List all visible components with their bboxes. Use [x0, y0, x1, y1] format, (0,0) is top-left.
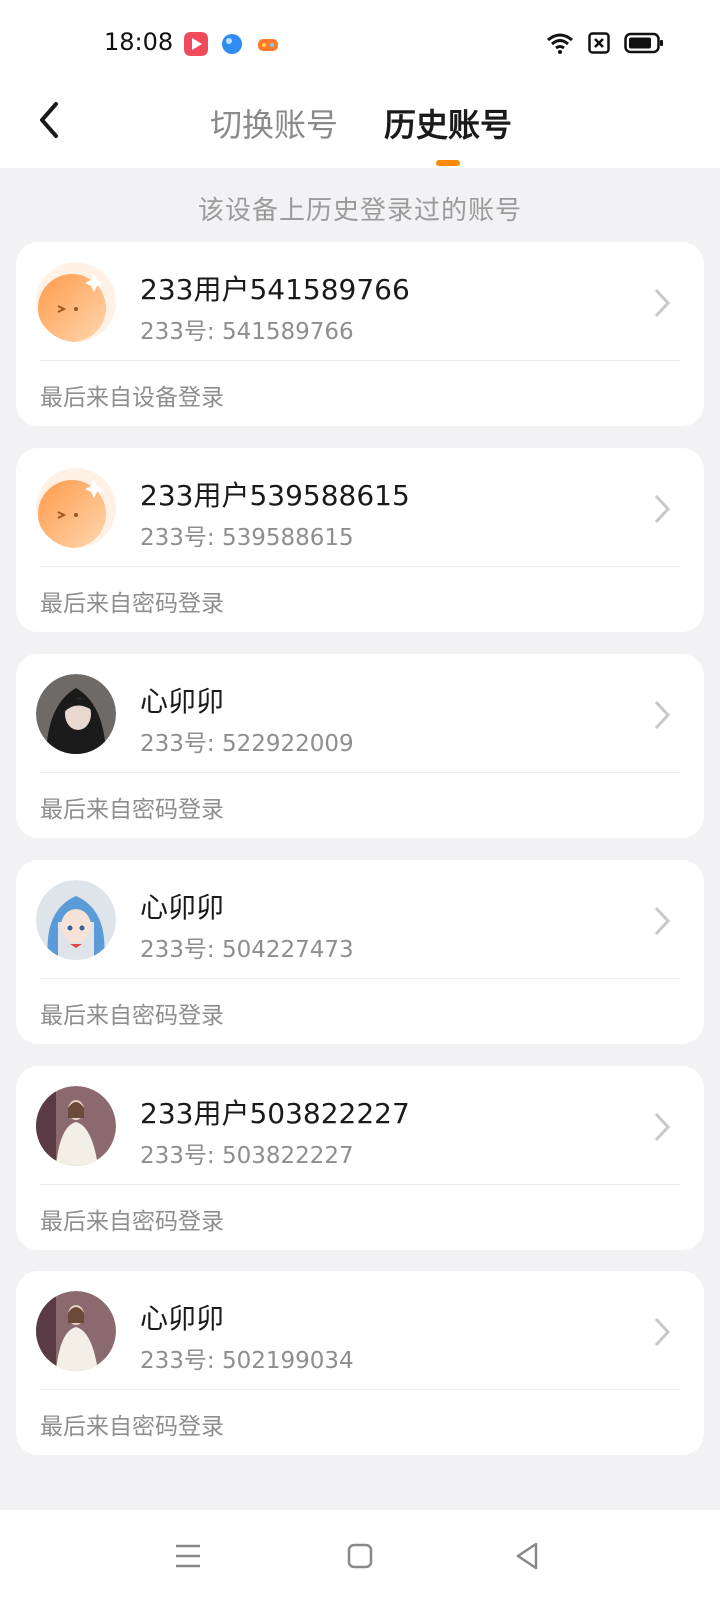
account-card[interactable]: 233用户503822227 233号: 503822227 最后来自密码登录: [16, 1066, 704, 1250]
account-card[interactable]: 心卯卯 233号: 502199034 最后来自密码登录: [16, 1271, 704, 1455]
login-source: 最后来自密码登录: [40, 1209, 224, 1235]
status-indicators: [546, 32, 664, 54]
battery-icon: [624, 32, 663, 54]
account-id: 233号: 504227473: [140, 937, 354, 963]
login-source: 最后来自密码登录: [40, 797, 224, 823]
login-source: 最后来自设备登录: [40, 385, 224, 411]
tab-switch-account[interactable]: 切换账号: [210, 100, 338, 146]
divider: [40, 1184, 680, 1185]
account-id: 233号: 522922009: [140, 731, 354, 757]
chevron-right-icon: [654, 1317, 671, 1347]
video-app-icon: [184, 32, 208, 56]
sim-off-icon: [588, 32, 610, 54]
account-id: 233号: 541589766: [140, 319, 354, 345]
browser-app-icon: [222, 34, 242, 54]
account-name: 233用户541589766: [140, 273, 410, 306]
account-card[interactable]: 心卯卯 233号: 522922009 最后来自密码登录: [16, 654, 704, 838]
account-id: 233号: 539588615: [140, 525, 354, 551]
avatar: [36, 1086, 116, 1166]
divider: [40, 360, 680, 361]
account-name: 心卯卯: [140, 685, 225, 718]
tab-active-indicator: [436, 160, 460, 166]
game-app-icon: [258, 39, 278, 51]
avatar: [36, 674, 116, 754]
header: 切换账号 历史账号: [0, 90, 720, 168]
back-arrow-icon[interactable]: [30, 98, 70, 142]
chevron-right-icon: [654, 288, 671, 318]
avatar: [36, 880, 116, 960]
account-card[interactable]: 心卯卯 233号: 504227473 最后来自密码登录: [16, 860, 704, 1044]
account-card[interactable]: 233用户541589766 233号: 541589766 最后来自设备登录: [16, 242, 704, 426]
account-id: 233号: 502199034: [140, 1348, 354, 1374]
divider: [40, 566, 680, 567]
avatar: [36, 468, 116, 548]
chevron-right-icon: [654, 494, 671, 524]
status-app-icons: [184, 32, 280, 56]
divider: [40, 772, 680, 773]
account-card[interactable]: 233用户539588615 233号: 539588615 最后来自密码登录: [16, 448, 704, 632]
account-name: 233用户539588615: [140, 479, 410, 512]
back-triangle-icon[interactable]: [508, 1536, 548, 1576]
system-nav-bar: [0, 1510, 720, 1600]
chevron-right-icon: [654, 700, 671, 730]
account-name: 233用户503822227: [140, 1097, 410, 1130]
tab-history-account[interactable]: 历史账号: [384, 100, 512, 146]
login-source: 最后来自密码登录: [40, 1003, 224, 1029]
home-square-icon[interactable]: [340, 1536, 380, 1576]
account-id: 233号: 503822227: [140, 1143, 354, 1169]
chevron-right-icon: [654, 1112, 671, 1142]
chevron-right-icon: [654, 906, 671, 936]
avatar: [36, 262, 116, 342]
status-time: 18:08: [104, 28, 174, 56]
divider: [40, 1389, 680, 1390]
page-subtitle: 该设备上历史登录过的账号: [197, 196, 522, 226]
avatar: [36, 1291, 116, 1371]
menu-icon[interactable]: [168, 1536, 208, 1576]
login-source: 最后来自密码登录: [40, 1414, 224, 1440]
divider: [40, 978, 680, 979]
account-name: 心卯卯: [140, 1302, 225, 1335]
wifi-icon: [547, 33, 573, 54]
account-name: 心卯卯: [140, 891, 225, 924]
status-bar: 18:08: [0, 0, 720, 90]
login-source: 最后来自密码登录: [40, 591, 224, 617]
